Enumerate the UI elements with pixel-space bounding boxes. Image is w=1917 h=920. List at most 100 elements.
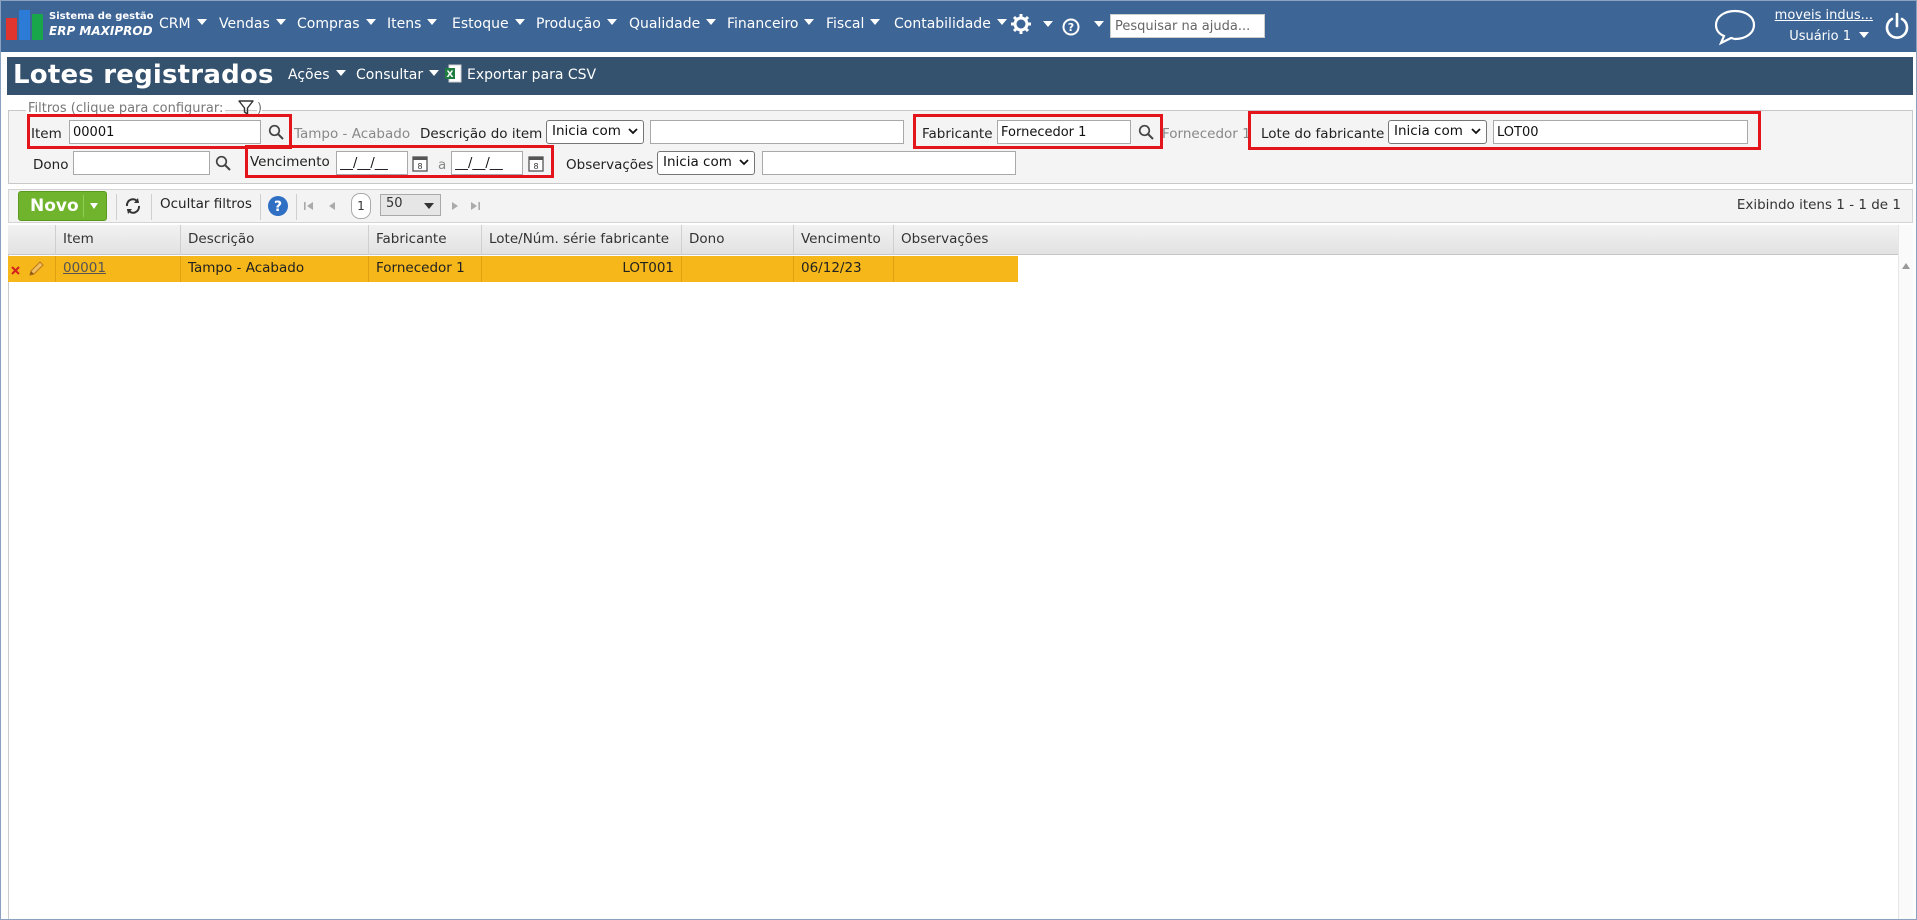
vencimento-to-input[interactable] (451, 151, 523, 175)
table-row[interactable]: 00001 Tampo - Acabado Fornecedor 1 LOT00… (8, 256, 1018, 282)
new-button[interactable]: Novo (18, 191, 107, 221)
fabricante-filter-input[interactable] (997, 120, 1131, 144)
filters-legend-close: ) (257, 101, 263, 116)
search-icon[interactable] (1138, 124, 1154, 140)
svg-text:?: ? (1068, 21, 1074, 34)
scroll-up-icon[interactable] (1902, 263, 1910, 269)
menu-producao[interactable]: Produção (536, 16, 617, 32)
help-search-input[interactable] (1110, 14, 1265, 38)
row-actions-cell (8, 256, 56, 282)
item-description-filter-input[interactable] (650, 120, 904, 144)
current-page-input[interactable]: 1 (351, 193, 371, 219)
menu-itens[interactable]: Itens (387, 16, 438, 32)
svg-text:?: ? (274, 199, 282, 215)
item-description-operator-select[interactable]: Inicia com (546, 120, 644, 144)
help-icon[interactable]: ? (267, 195, 289, 217)
chevron-down-icon (996, 19, 1007, 25)
app-logo[interactable]: Sistema de gestão ERP MAXIPROD (6, 10, 154, 40)
logo-icon (6, 10, 44, 40)
chat-bubble-icon[interactable] (1712, 8, 1758, 46)
search-icon[interactable] (268, 124, 284, 140)
dono-filter-input[interactable] (73, 151, 210, 175)
search-icon[interactable] (215, 155, 231, 171)
edit-pencil-icon[interactable] (27, 260, 45, 278)
last-page-icon[interactable] (469, 200, 481, 212)
chevron-down-icon (275, 19, 286, 25)
menu-compras[interactable]: Compras (297, 16, 376, 32)
column-header-descricao[interactable]: Descrição (181, 225, 369, 255)
calendar-icon[interactable]: 8 (528, 154, 544, 172)
chevron-down-icon (606, 19, 617, 25)
column-header-item[interactable]: Item (56, 225, 181, 255)
chevron-down-icon[interactable] (1094, 21, 1104, 27)
actions-menu[interactable]: Ações (288, 67, 346, 83)
menu-fiscal[interactable]: Fiscal (826, 16, 881, 32)
export-csv-label: Exportar para CSV (467, 67, 597, 83)
chevron-down-icon (196, 19, 207, 25)
user-menu[interactable]: Usuário 1 (1789, 29, 1869, 44)
grid-vertical-scrollbar[interactable] (1898, 225, 1913, 920)
chevron-down-icon (514, 19, 525, 25)
vencimento-from-input[interactable] (336, 151, 408, 175)
svg-text:X: X (447, 70, 454, 80)
gear-icon[interactable] (1011, 14, 1031, 34)
help-circle-icon[interactable]: ? (1062, 18, 1080, 36)
chevron-down-icon[interactable] (90, 203, 98, 209)
column-header-actions (8, 225, 56, 255)
next-page-icon[interactable] (449, 200, 461, 212)
observacoes-filter-label: Observações (566, 157, 654, 173)
menu-crm[interactable]: CRM (159, 16, 207, 32)
funnel-icon[interactable] (238, 100, 254, 116)
calendar-icon[interactable]: 8 (412, 154, 428, 172)
chevron-down-icon[interactable] (1043, 21, 1053, 27)
lots-grid (8, 225, 1913, 920)
column-header-fabricante[interactable]: Fabricante (369, 225, 482, 255)
fabricante-filter-label: Fabricante (922, 126, 993, 142)
cell-item[interactable]: 00001 (56, 256, 181, 282)
filters-legend[interactable]: Filtros (clique para configurar: (26, 101, 226, 116)
chevron-down-icon (739, 159, 749, 166)
column-header-lote[interactable]: Lote/Núm. série fabricante (482, 225, 682, 255)
company-link[interactable]: moveis indus... (1775, 8, 1873, 23)
power-icon[interactable] (1884, 12, 1910, 40)
top-navbar: Sistema de gestão ERP MAXIPROD CRM Venda… (0, 0, 1917, 52)
chevron-down-icon (870, 19, 881, 25)
previous-page-icon[interactable] (326, 200, 338, 212)
logo-line2: ERP MAXIPROD (49, 24, 153, 38)
item-link[interactable]: 00001 (63, 260, 106, 276)
lote-operator-select[interactable]: Inicia com (1388, 120, 1487, 144)
chevron-down-icon (335, 70, 346, 76)
consult-menu[interactable]: Consultar (356, 67, 440, 83)
svg-text:8: 8 (533, 162, 538, 171)
new-button-label: Novo (30, 196, 79, 216)
logo-line1: Sistema de gestão (49, 11, 154, 22)
chevron-down-icon (804, 19, 815, 25)
page-size-select[interactable]: 50 (380, 194, 441, 216)
cell-observacoes (894, 256, 1018, 282)
item-filter-label: Item (31, 126, 62, 142)
item-filter-input[interactable] (69, 120, 261, 144)
menu-estoque[interactable]: Estoque (452, 16, 525, 32)
column-header-vencimento[interactable]: Vencimento (794, 225, 894, 255)
chevron-down-icon (427, 19, 438, 25)
column-header-dono[interactable]: Dono (682, 225, 794, 255)
lote-filter-input[interactable] (1493, 120, 1748, 144)
cell-fabricante: Fornecedor 1 (369, 256, 482, 282)
cell-dono (682, 256, 794, 282)
observacoes-operator-select[interactable]: Inicia com (657, 151, 755, 175)
menu-contabilidade[interactable]: Contabilidade (894, 16, 1007, 32)
menu-qualidade[interactable]: Qualidade (629, 16, 717, 32)
grid-toolbar (8, 189, 1913, 223)
cell-lote: LOT001 (482, 256, 682, 282)
hide-filters-button[interactable]: Ocultar filtros (160, 196, 252, 212)
observacoes-filter-input[interactable] (762, 151, 1016, 175)
delete-icon[interactable] (11, 266, 20, 275)
menu-financeiro[interactable]: Financeiro (727, 16, 815, 32)
refresh-icon[interactable] (124, 197, 142, 215)
column-header-observacoes[interactable]: Observações (894, 225, 1018, 255)
chevron-down-icon (1471, 128, 1481, 135)
export-csv-button[interactable]: X Exportar para CSV (444, 64, 597, 83)
menu-vendas[interactable]: Vendas (219, 16, 286, 32)
first-page-icon[interactable] (303, 200, 315, 212)
item-description-filter-label: Descrição do item (420, 126, 543, 142)
